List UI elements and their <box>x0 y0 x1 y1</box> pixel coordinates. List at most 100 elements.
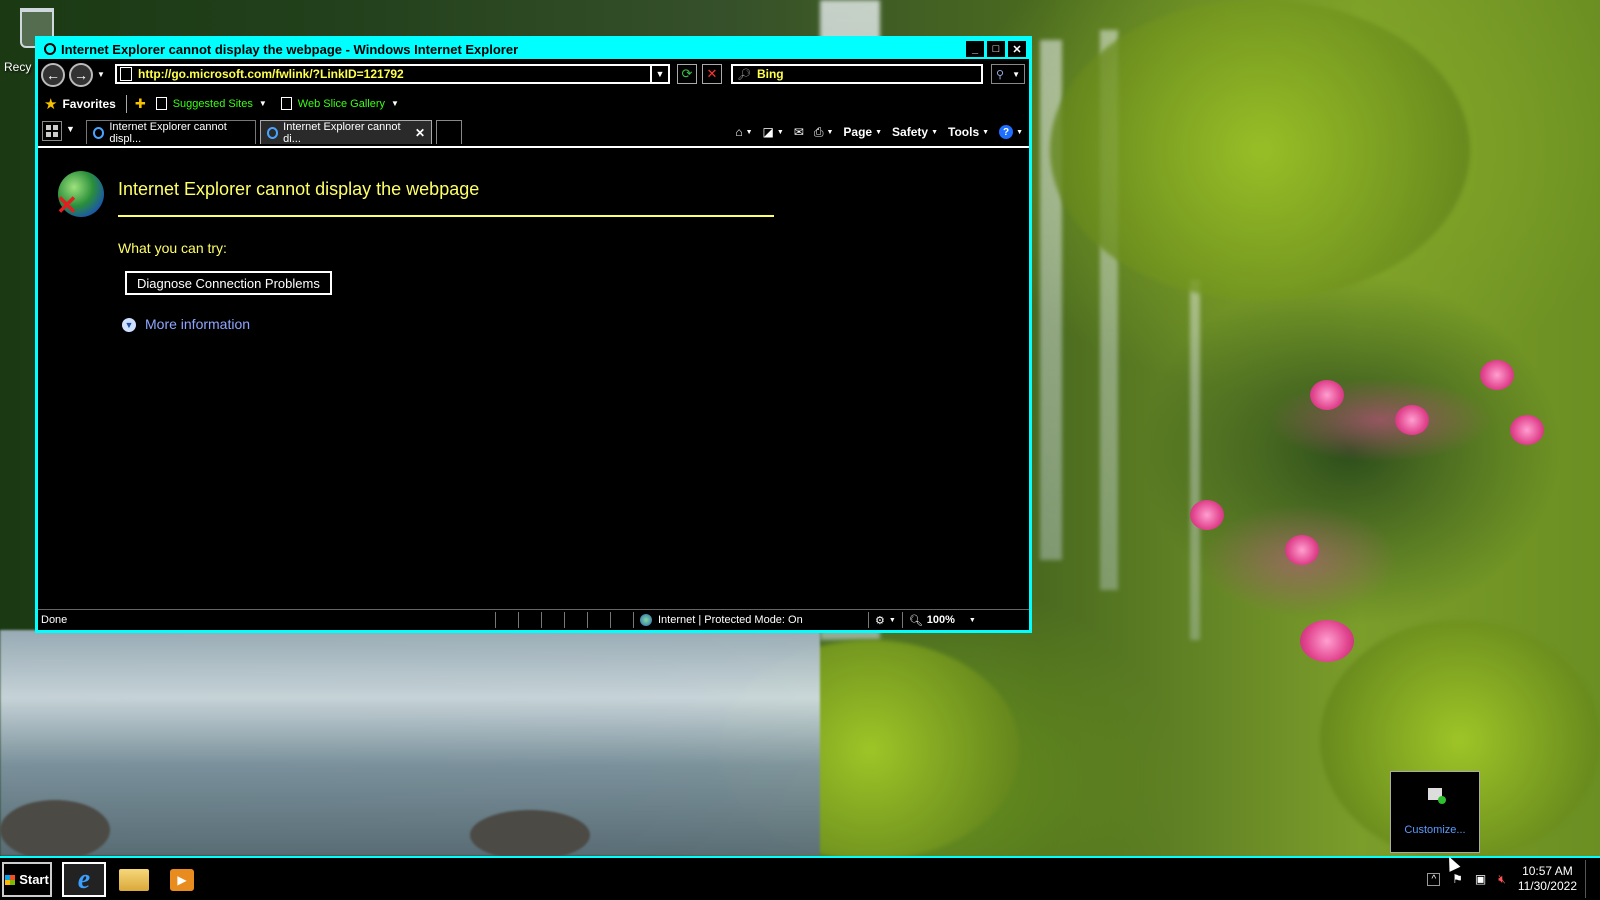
stop-button[interactable]: ✕ <box>702 64 722 84</box>
search-placeholder[interactable]: Bing <box>757 67 784 81</box>
tab-label: Internet Explorer cannot displ... <box>109 120 227 145</box>
close-button[interactable]: ✕ <box>1008 41 1026 57</box>
quick-tabs-button[interactable] <box>42 121 62 141</box>
maximize-button[interactable]: □ <box>987 41 1005 57</box>
address-url[interactable]: http://go.microsoft.com/fwlink/?LinkID=1… <box>138 67 650 81</box>
home-icon: ⌂ <box>735 125 743 139</box>
favorites-button[interactable]: Favorites <box>62 97 115 111</box>
suggested-sites-link[interactable]: Suggested Sites <box>173 98 253 110</box>
clock-date: 11/30/2022 <box>1517 879 1577 893</box>
title-bar[interactable]: Internet Explorer cannot display the web… <box>38 39 1029 59</box>
recent-pages-dropdown[interactable]: ▼ <box>97 70 105 79</box>
rss-icon: ◪ <box>762 125 774 139</box>
refresh-button[interactable]: ⟳ <box>677 64 697 84</box>
back-button[interactable]: ← <box>41 63 65 87</box>
taskbar-explorer-button[interactable] <box>112 862 156 897</box>
forward-button[interactable]: → <box>69 63 93 87</box>
safety-menu[interactable]: Safety ▼ <box>892 125 938 139</box>
page-menu-label: Page <box>843 125 873 139</box>
web-slice-gallery-link[interactable]: Web Slice Gallery <box>298 98 385 110</box>
page-icon <box>280 97 292 110</box>
tools-menu[interactable]: Tools ▼ <box>948 125 989 139</box>
favorites-bar: ★ Favorites ✚ Suggested Sites ▼ Web Slic… <box>38 89 1029 118</box>
error-title: Internet Explorer cannot display the web… <box>118 179 480 199</box>
print-icon: ⎙ <box>813 124 824 139</box>
search-provider-icon: 🔎︎ <box>737 68 751 81</box>
customize-link[interactable]: Customize... <box>1391 824 1479 836</box>
forward-icon: → <box>74 67 88 83</box>
zoom-button[interactable]: 🔍︎ 100% ▼ <box>901 612 982 628</box>
search-button[interactable]: ⚲ ▼ <box>991 64 1025 84</box>
taskbar: Start e ▶ ^ ⚑ ▣ 🔇︎ 10:57 AM 11/30/2022 <box>0 856 1600 900</box>
page-content: ✕ Internet Explorer cannot display the w… <box>38 148 1029 600</box>
star-icon: ★ <box>44 95 58 113</box>
taskbar-media-player-button[interactable]: ▶ <box>160 862 204 897</box>
folder-icon <box>119 868 149 891</box>
tools-menu-label: Tools <box>948 125 980 139</box>
network-icon[interactable]: ▣ <box>1475 872 1486 886</box>
clock-time: 10:57 AM <box>1522 864 1573 878</box>
tab-list-dropdown[interactable]: ▼ <box>66 124 75 134</box>
taskbar-ie-button[interactable]: e <box>62 862 106 897</box>
refresh-icon: ⟳ <box>681 66 693 81</box>
page-icon <box>120 67 132 81</box>
safety-menu-label: Safety <box>892 125 929 139</box>
globe-icon <box>640 614 652 626</box>
address-dropdown[interactable]: ▼ <box>650 65 668 83</box>
security-zone-label: Internet | Protected Mode: On <box>658 614 803 626</box>
print-button[interactable]: ⎙ ▼ <box>814 125 834 140</box>
error-x-icon: ✕ <box>56 190 78 220</box>
clock[interactable]: 10:57 AM 11/30/2022 <box>1518 864 1577 894</box>
diagnose-connection-button[interactable]: Diagnose Connection Problems <box>125 271 332 295</box>
ie-icon <box>267 126 279 139</box>
tab-row: ▼ Internet Explorer cannot displ... Inte… <box>38 118 1029 148</box>
close-tab-icon[interactable]: ✕ <box>415 126 425 140</box>
show-desktop-button[interactable] <box>1585 860 1600 898</box>
more-information-link[interactable]: More information <box>145 316 250 332</box>
flag-icon[interactable]: ⚑ <box>1452 872 1463 886</box>
new-tab-button[interactable] <box>436 120 462 144</box>
read-mail-button[interactable]: ✉ <box>794 125 804 139</box>
chevron-down-icon[interactable]: ▼ <box>259 99 267 108</box>
flag-icon[interactable] <box>1428 788 1446 804</box>
feeds-button[interactable]: ◪ ▼ <box>763 125 784 139</box>
security-zone[interactable]: Internet | Protected Mode: On <box>633 612 868 628</box>
start-button[interactable]: Start <box>2 862 52 897</box>
show-hidden-icons-button[interactable]: ^ <box>1427 872 1441 886</box>
ie-icon <box>93 126 105 139</box>
address-row: ← → ▼ http://go.microsoft.com/fwlink/?Li… <box>38 59 1029 89</box>
expand-icon[interactable]: ▼ <box>122 318 136 332</box>
help-menu[interactable]: ? ▼ <box>999 125 1023 139</box>
command-bar: ⌂ ▼ ◪ ▼ ✉ ⎙ ▼ Page ▼ Safety ▼ Tools ▼ ? ▼ <box>725 120 1023 144</box>
home-button[interactable]: ⌂ ▼ <box>735 125 752 139</box>
ie-icon <box>44 43 56 55</box>
media-player-icon: ▶ <box>170 868 194 891</box>
ie-icon: e <box>77 863 91 895</box>
add-to-favorites-button[interactable]: ✚ <box>135 96 146 112</box>
divider <box>118 215 774 217</box>
back-icon: ← <box>46 67 60 83</box>
try-heading: What you can try: <box>118 240 227 256</box>
minimize-button[interactable]: _ <box>966 41 984 57</box>
tab-2[interactable]: Internet Explorer cannot di... ✕ <box>260 120 432 145</box>
ie-window: Internet Explorer cannot display the web… <box>35 36 1032 633</box>
zoom-level: 100% <box>926 614 955 626</box>
gear-icon: ⚙ <box>875 614 885 627</box>
stop-icon: ✕ <box>706 66 718 81</box>
zoom-icon: 🔍︎ <box>908 614 923 627</box>
chevron-down-icon[interactable]: ▼ <box>391 99 399 108</box>
search-icon: ⚲ <box>996 68 1005 81</box>
notification-overflow-popup: Customize... <box>1390 771 1480 853</box>
page-menu[interactable]: Page ▼ <box>843 125 882 139</box>
status-bar: Done Internet | Protected Mode: On ⚙ ▼ 🔍︎… <box>38 609 1029 630</box>
divider <box>125 94 127 113</box>
search-options-dropdown[interactable]: ▼ <box>1012 70 1020 79</box>
popup-blocker-button[interactable]: ⚙ ▼ <box>868 612 902 628</box>
speaker-muted-icon[interactable]: 🔇︎ <box>1498 872 1506 887</box>
start-label: Start <box>19 872 49 887</box>
search-box[interactable]: 🔎︎ Bing <box>731 64 983 84</box>
window-title: Internet Explorer cannot display the web… <box>61 41 519 57</box>
tab-1[interactable]: Internet Explorer cannot displ... <box>86 120 256 145</box>
chevron-down-icon[interactable]: ▼ <box>969 617 976 624</box>
address-bar[interactable]: http://go.microsoft.com/fwlink/?LinkID=1… <box>115 64 670 84</box>
